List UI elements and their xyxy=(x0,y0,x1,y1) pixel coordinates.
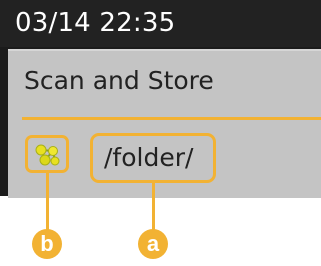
scan-and-store-panel: Scan and Store /folder/ xyxy=(8,49,321,198)
title-divider xyxy=(22,117,321,120)
destination-path-highlight: /folder/ xyxy=(90,133,216,183)
destination-path: /folder/ xyxy=(104,143,194,172)
device-screen: 03/14 22:35 Scan and Store /folder/ xyxy=(0,0,321,198)
date-time-display: 03/14 22:35 xyxy=(15,8,176,38)
callout-b-badge: b xyxy=(32,229,62,259)
status-bar: 03/14 22:35 xyxy=(0,0,321,47)
callout-a-badge: a xyxy=(138,229,168,259)
storage-location-icon-highlight xyxy=(25,135,69,173)
callout-a-leader xyxy=(152,181,155,234)
network-share-icon xyxy=(35,144,60,166)
panel-title: Scan and Store xyxy=(24,66,214,95)
callout-b-leader xyxy=(46,171,49,234)
